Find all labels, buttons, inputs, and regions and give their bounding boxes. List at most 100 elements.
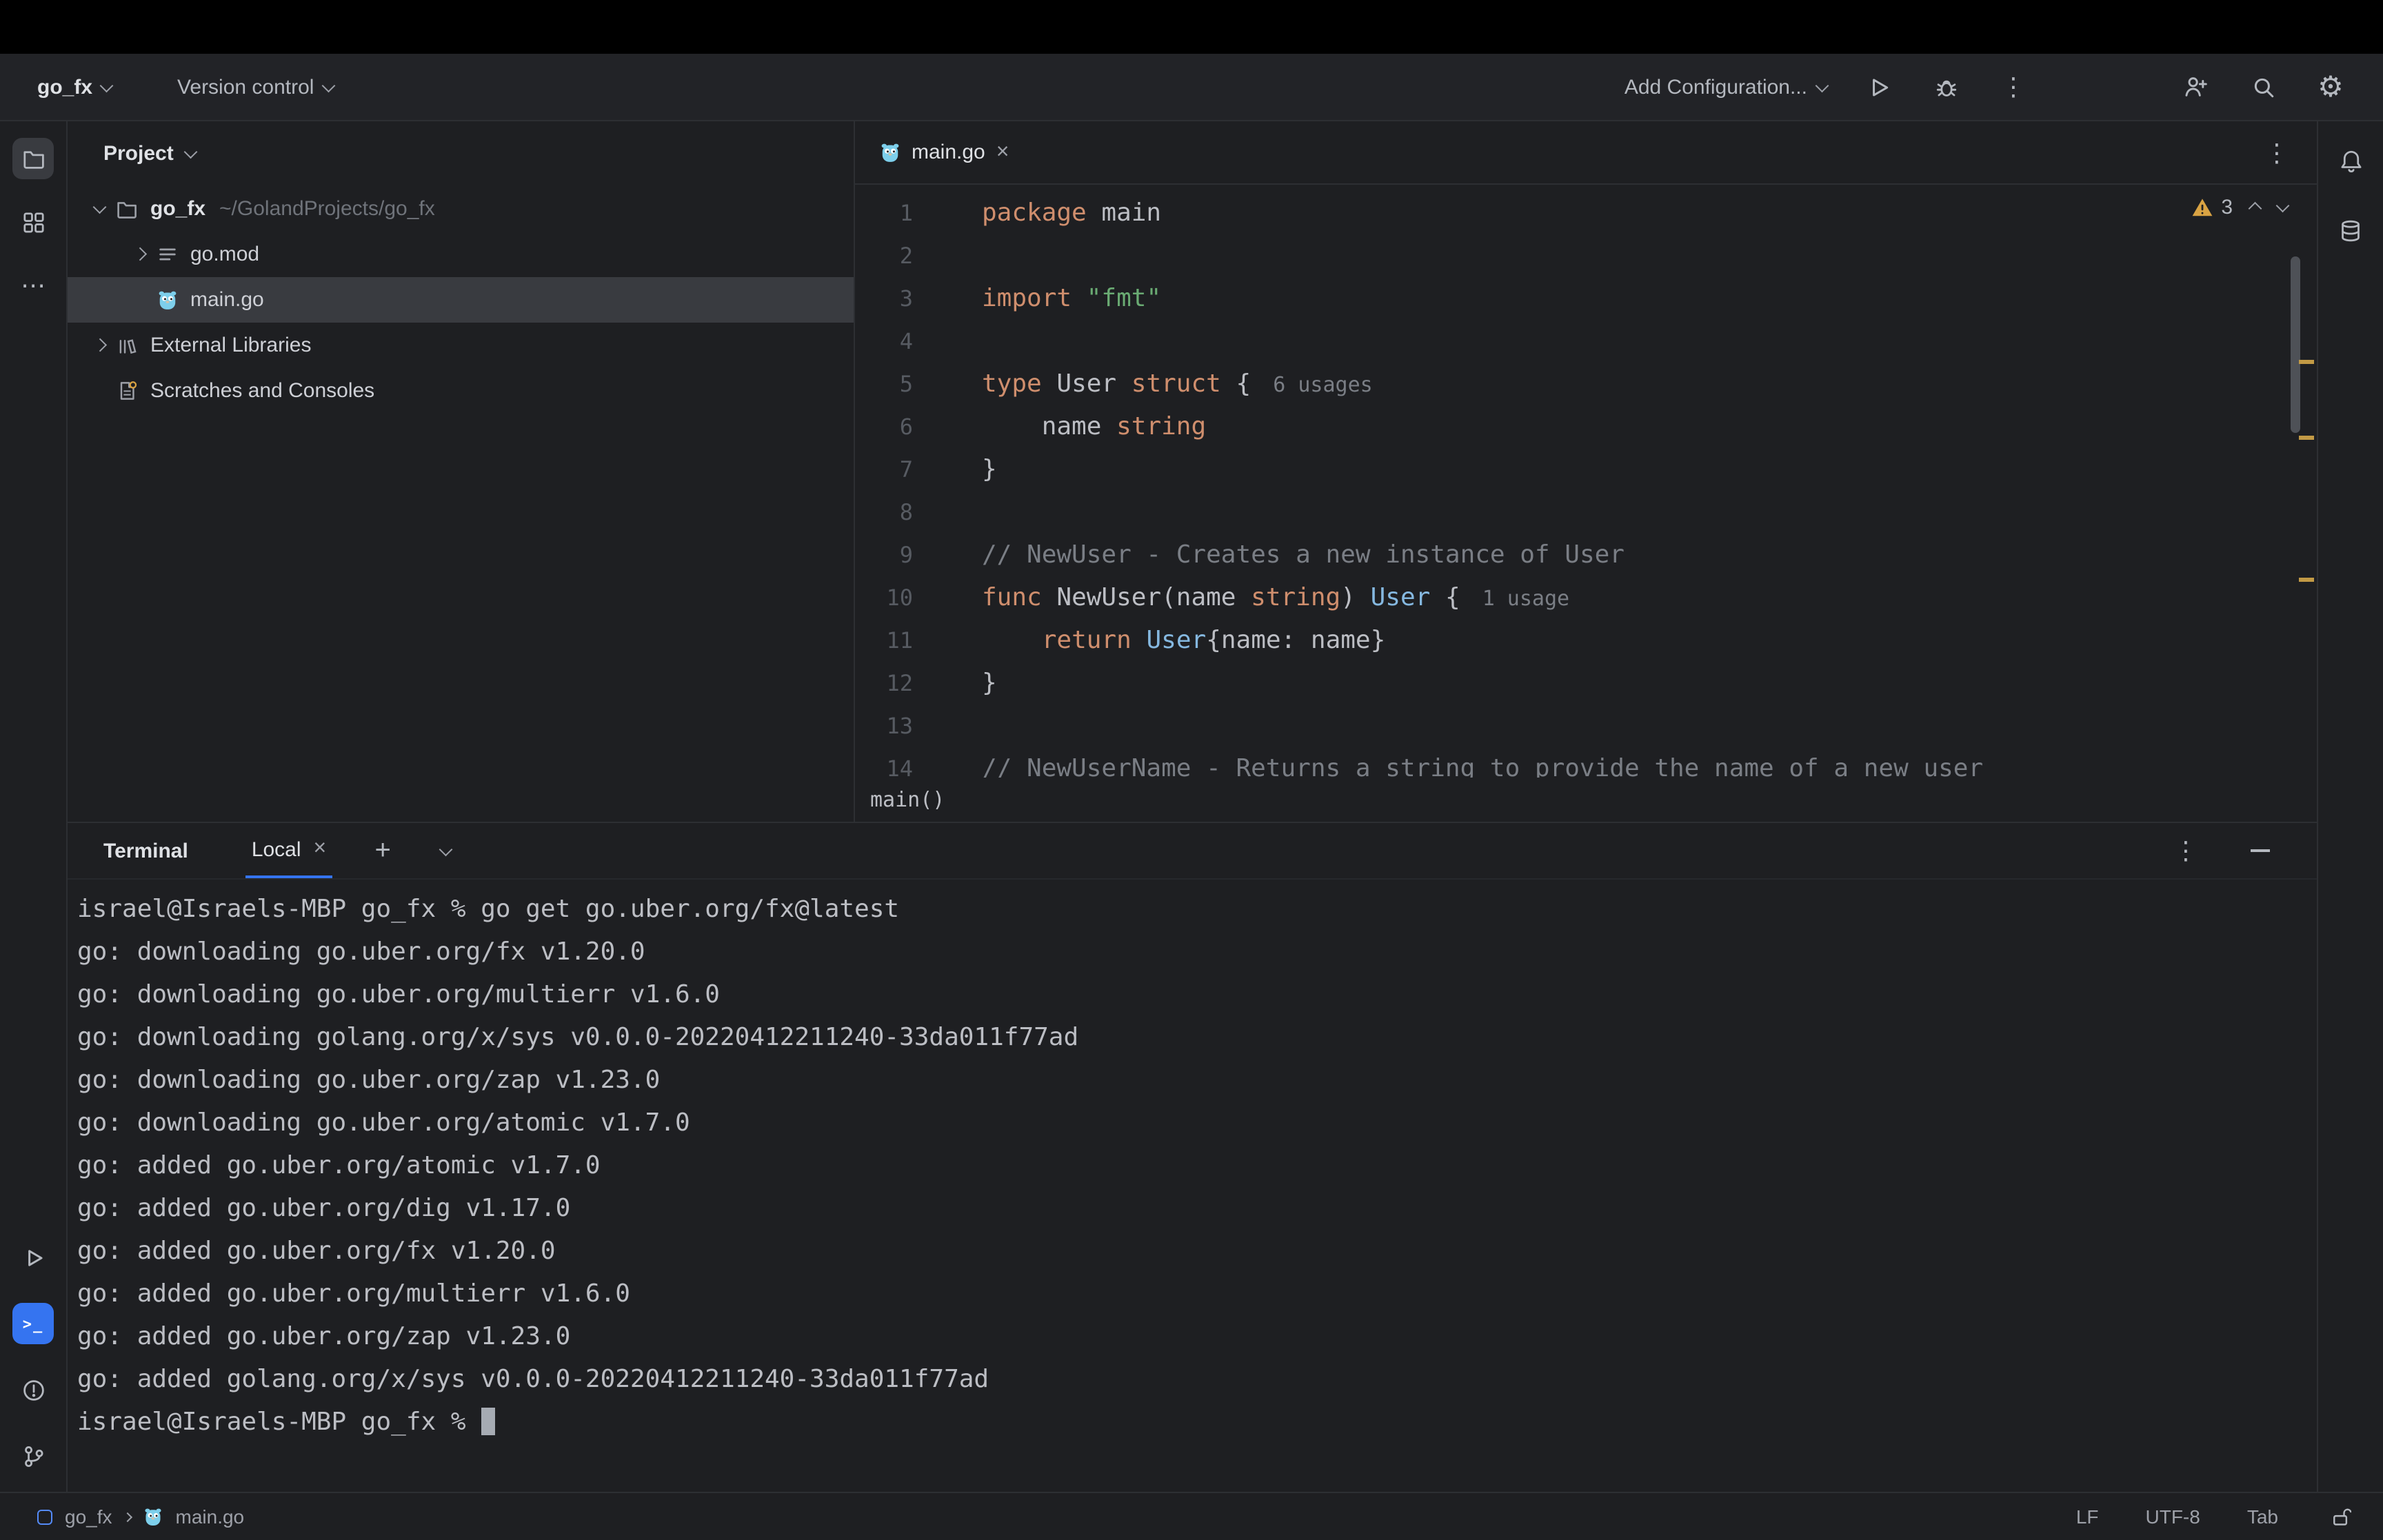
code-text: return User{name: name} (982, 619, 1385, 662)
chevron-up-icon[interactable] (2249, 203, 2261, 216)
warning-stripe-mark[interactable] (2299, 578, 2314, 582)
terminal-line: go: added go.uber.org/atomic v1.7.0 (77, 1144, 2317, 1187)
code-line[interactable]: 8 (855, 491, 2317, 534)
encoding-indicator[interactable]: UTF-8 (2146, 1506, 2200, 1528)
run-button[interactable] (1863, 72, 1893, 102)
run-configuration-selector[interactable]: Add Configuration... (1625, 75, 1826, 99)
code-line[interactable]: 7} (855, 448, 2317, 491)
warning-stripe-mark[interactable] (2299, 360, 2314, 364)
code-line[interactable]: 11 return User{name: name} (855, 619, 2317, 662)
bug-icon (1934, 75, 1958, 99)
indent-indicator[interactable]: Tab (2247, 1506, 2278, 1528)
structure-tool-button[interactable] (12, 201, 54, 243)
tree-item-external-libraries[interactable]: External Libraries (68, 323, 854, 368)
usage-inlay-hint[interactable]: 1 usage (1482, 586, 1569, 611)
warning-count[interactable]: 3 (2191, 196, 2233, 219)
code-text: // NewUser - Creates a new instance of U… (982, 534, 1625, 576)
project-widget[interactable]: go_fx (37, 75, 111, 99)
gopher-file-icon (880, 142, 901, 163)
terminal-minimize-button[interactable] (2245, 835, 2275, 866)
chevron-right-icon[interactable] (93, 339, 105, 352)
inspections-widget[interactable]: 3 (2191, 196, 2286, 219)
tree-item-scratches[interactable]: Scratches and Consoles (68, 368, 854, 414)
notifications-button[interactable] (2330, 141, 2371, 182)
status-breadcrumb[interactable]: go_fx main.go (37, 1506, 244, 1528)
code-line[interactable]: 9 // NewUser - Creates a new instance of … (855, 534, 2317, 576)
breadcrumb[interactable]: main() (870, 787, 945, 812)
tree-item-root[interactable]: go_fx ~/GolandProjects/go_fx (68, 186, 854, 232)
code-editor[interactable]: 1package main23import "fmt"45 type User s… (855, 185, 2317, 778)
line-number[interactable]: 13 (855, 705, 913, 747)
terminal-output[interactable]: israel@Israels-MBP go_fx % go get go.ube… (68, 880, 2317, 1492)
code-line[interactable]: 14 // NewUserName - Returns a string to p… (855, 747, 2317, 778)
search-everywhere-button[interactable] (2248, 72, 2278, 102)
line-number[interactable]: 1 (855, 192, 913, 234)
code-line[interactable]: 5 type User struct {6 usages (855, 363, 2317, 405)
terminal-panel: Terminal Local × + ⋮ israel@Israels-MBP … (68, 822, 2317, 1492)
problems-tool-button[interactable] (12, 1369, 54, 1410)
line-number[interactable]: 3 (855, 277, 913, 320)
editor-tabbar: main.go × ⋮ (855, 121, 2317, 185)
terminal-more-button[interactable]: ⋮ (2171, 835, 2201, 866)
line-number[interactable]: 14 (855, 747, 913, 778)
more-actions-button[interactable]: ⋮ (1998, 72, 2029, 102)
code-with-me-button[interactable] (2180, 72, 2211, 102)
code-line[interactable]: 12} (855, 662, 2317, 705)
code-line[interactable]: 6 name string (855, 405, 2317, 448)
code-line[interactable]: 10func NewUser(name string) User {1 usag… (855, 576, 2317, 619)
usage-inlay-hint[interactable]: 6 usages (1273, 372, 1373, 397)
run-tool-button[interactable] (12, 1237, 54, 1278)
line-number[interactable]: 9 (855, 534, 913, 576)
line-number[interactable]: 4 (855, 320, 913, 363)
tree-item-label: go_fx (150, 197, 205, 221)
vcs-widget[interactable]: Version control (177, 75, 332, 99)
code-line[interactable]: 1package main (855, 192, 2317, 234)
chevron-right-icon[interactable] (133, 248, 145, 261)
line-number[interactable]: 5 (855, 363, 913, 405)
new-terminal-button[interactable]: + (368, 835, 398, 866)
line-number[interactable]: 2 (855, 234, 913, 277)
write-access-button[interactable] (2325, 1501, 2355, 1532)
tree-item-go-mod[interactable]: go.mod (68, 232, 854, 277)
code-text: type User struct {6 usages (982, 363, 1373, 405)
warning-stripe-mark[interactable] (2299, 436, 2314, 440)
project-panel-header[interactable]: Project (68, 121, 854, 181)
tree-item-main-go[interactable]: main.go (68, 277, 854, 323)
line-number[interactable]: 11 (855, 619, 913, 662)
chevron-down-icon[interactable] (2275, 199, 2288, 212)
version-control-tool-button[interactable] (12, 1435, 54, 1477)
line-ending-indicator[interactable]: LF (2076, 1506, 2099, 1528)
code-token: string (1251, 583, 1340, 612)
line-number[interactable]: 6 (855, 405, 913, 448)
settings-button[interactable]: ⚙ (2315, 72, 2346, 102)
editor-scrollbar[interactable] (2291, 256, 2300, 433)
code-line[interactable]: 2 (855, 234, 2317, 277)
terminal-tool-button[interactable]: >_ (12, 1303, 54, 1344)
terminal-tab-local[interactable]: Local × (246, 823, 332, 878)
line-number[interactable]: 7 (855, 448, 913, 491)
project-tool-button[interactable] (12, 138, 54, 179)
database-button[interactable] (2330, 210, 2371, 251)
code-token: // NewUserName - Returns a string to pro… (982, 754, 1983, 778)
more-tools-button[interactable]: ⋯ (12, 265, 54, 306)
close-icon[interactable]: × (996, 141, 1009, 163)
chevron-right-icon (123, 1512, 132, 1521)
tree-item-label: Scratches and Consoles (150, 379, 374, 403)
code-line[interactable]: 13 (855, 705, 2317, 747)
debug-button[interactable] (1931, 72, 1961, 102)
editor-options-button[interactable]: ⋮ (2262, 137, 2292, 168)
terminal-options-chevron[interactable] (431, 835, 461, 866)
code-line[interactable]: 4 (855, 320, 2317, 363)
run-window-icon (21, 1246, 45, 1269)
line-number[interactable]: 8 (855, 491, 913, 534)
chevron-down-icon (184, 145, 197, 158)
code-line[interactable]: 3import "fmt" (855, 277, 2317, 320)
chevron-down-icon[interactable] (93, 201, 105, 213)
editor-tab-main-go[interactable]: main.go × (880, 141, 1009, 164)
close-icon[interactable]: × (314, 838, 327, 860)
line-number[interactable]: 12 (855, 662, 913, 705)
terminal-title[interactable]: Terminal (103, 839, 188, 862)
editor-breadcrumbs[interactable]: main() (855, 778, 2317, 822)
line-number[interactable]: 10 (855, 576, 913, 619)
code-token: // NewUser - Creates a new instance of U… (982, 540, 1625, 569)
